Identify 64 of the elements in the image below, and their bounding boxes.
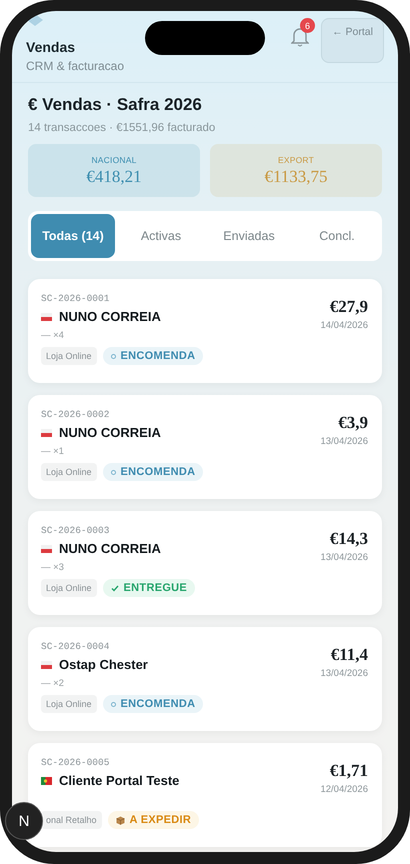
customer-name: Ostap Chester <box>59 657 148 672</box>
filter-tab[interactable]: Activas <box>119 214 203 258</box>
flag-icon <box>41 660 52 668</box>
channel-tag: Loja Online <box>41 463 97 481</box>
logo-icon <box>26 13 44 27</box>
check-icon <box>110 584 119 592</box>
dot-icon <box>110 354 116 358</box>
status-tag: ENCOMENDA <box>102 695 204 713</box>
order-date: 12/04/2026 <box>320 784 368 795</box>
stat-value: €418,21 <box>86 166 142 186</box>
order-date: 13/04/2026 <box>320 668 368 679</box>
customer-name: NUNO CORREIA <box>59 425 161 440</box>
order-id: SC-2026-0003 <box>41 525 110 536</box>
channel-tag: Loja Online <box>41 579 97 597</box>
dev-tools-button[interactable]: N <box>5 802 43 840</box>
notification-badge: 6 <box>300 18 315 33</box>
flag-icon <box>41 428 52 436</box>
filter-tab[interactable]: Todas (14) <box>31 214 115 258</box>
order-date: 13/04/2026 <box>320 436 368 447</box>
filter-tab[interactable]: Concl. <box>295 214 379 258</box>
order-amount: €11,4 <box>330 645 368 665</box>
order-id: SC-2026-0004 <box>41 641 110 652</box>
channel-tag: Loja Online <box>41 695 97 713</box>
flag-icon <box>41 544 52 552</box>
stat-label: NACIONAL <box>91 154 137 164</box>
order-amount: €14,3 <box>330 529 368 549</box>
stat-label: EXPORT <box>278 154 314 164</box>
order-id: SC-2026-0002 <box>41 409 110 420</box>
flag-icon <box>41 776 52 784</box>
order-amount: €27,9 <box>330 297 368 317</box>
dot-icon <box>110 702 116 706</box>
customer-name: NUNO CORREIA <box>59 541 161 556</box>
quantity: — ×1 <box>41 446 65 457</box>
page-title: € Vendas · Safra 2026 <box>28 95 203 115</box>
flag-icon <box>41 312 52 320</box>
status-tag: ENTREGUE <box>102 579 196 597</box>
order-date: 14/04/2026 <box>320 320 368 331</box>
customer-name: NUNO CORREIA <box>59 309 161 324</box>
status-tag: ENCOMENDA <box>102 347 204 365</box>
page-subtitle: 14 transaccoes · €1551,96 facturado <box>28 122 216 134</box>
order-card[interactable]: SC-2026-0001 NUNO CORREIA — ×4 Loja Online ENCOMENDA €27,9 14/04/2026 <box>28 279 382 383</box>
quantity: — ×4 <box>41 330 65 341</box>
customer-name: Cliente Portal Teste <box>59 773 180 788</box>
filter-tab[interactable]: Enviadas <box>207 214 291 258</box>
dot-icon <box>110 470 116 474</box>
app-title: Vendas <box>26 39 76 55</box>
app-subtitle: CRM & facturacao <box>26 59 124 73</box>
order-date: 13/04/2026 <box>320 552 368 563</box>
quantity: — ×3 <box>41 562 65 573</box>
channel-tag: Loja Online <box>41 347 97 365</box>
order-card[interactable]: SC-2026-0005 Cliente Portal Teste onal Retalho A EXPEDIR €1,71 12/04/2026 <box>28 743 382 847</box>
order-amount: €3,9 <box>338 413 368 433</box>
order-amount: €1,71 <box>330 761 368 781</box>
status-tag: ENCOMENDA <box>102 463 204 481</box>
order-card[interactable]: SC-2026-0002 NUNO CORREIA — ×1 Loja Online ENCOMENDA €3,9 13/04/2026 <box>28 395 382 499</box>
stat-value: €1133,75 <box>264 166 328 186</box>
order-card[interactable]: SC-2026-0003 NUNO CORREIA — ×3 Loja Online ENTREGUE €14,3 13/04/2026 <box>28 511 382 615</box>
quantity: — ×2 <box>41 678 65 689</box>
order-card[interactable]: SC-2026-0004 Ostap Chester — ×2 Loja Online ENCOMENDA €11,4 13/04/2026 <box>28 627 382 731</box>
status-tag: A EXPEDIR <box>108 811 200 829</box>
channel-tag: onal Retalho <box>41 811 102 829</box>
package-icon <box>116 816 125 824</box>
order-id: SC-2026-0005 <box>41 757 110 768</box>
order-id: SC-2026-0001 <box>41 293 110 304</box>
